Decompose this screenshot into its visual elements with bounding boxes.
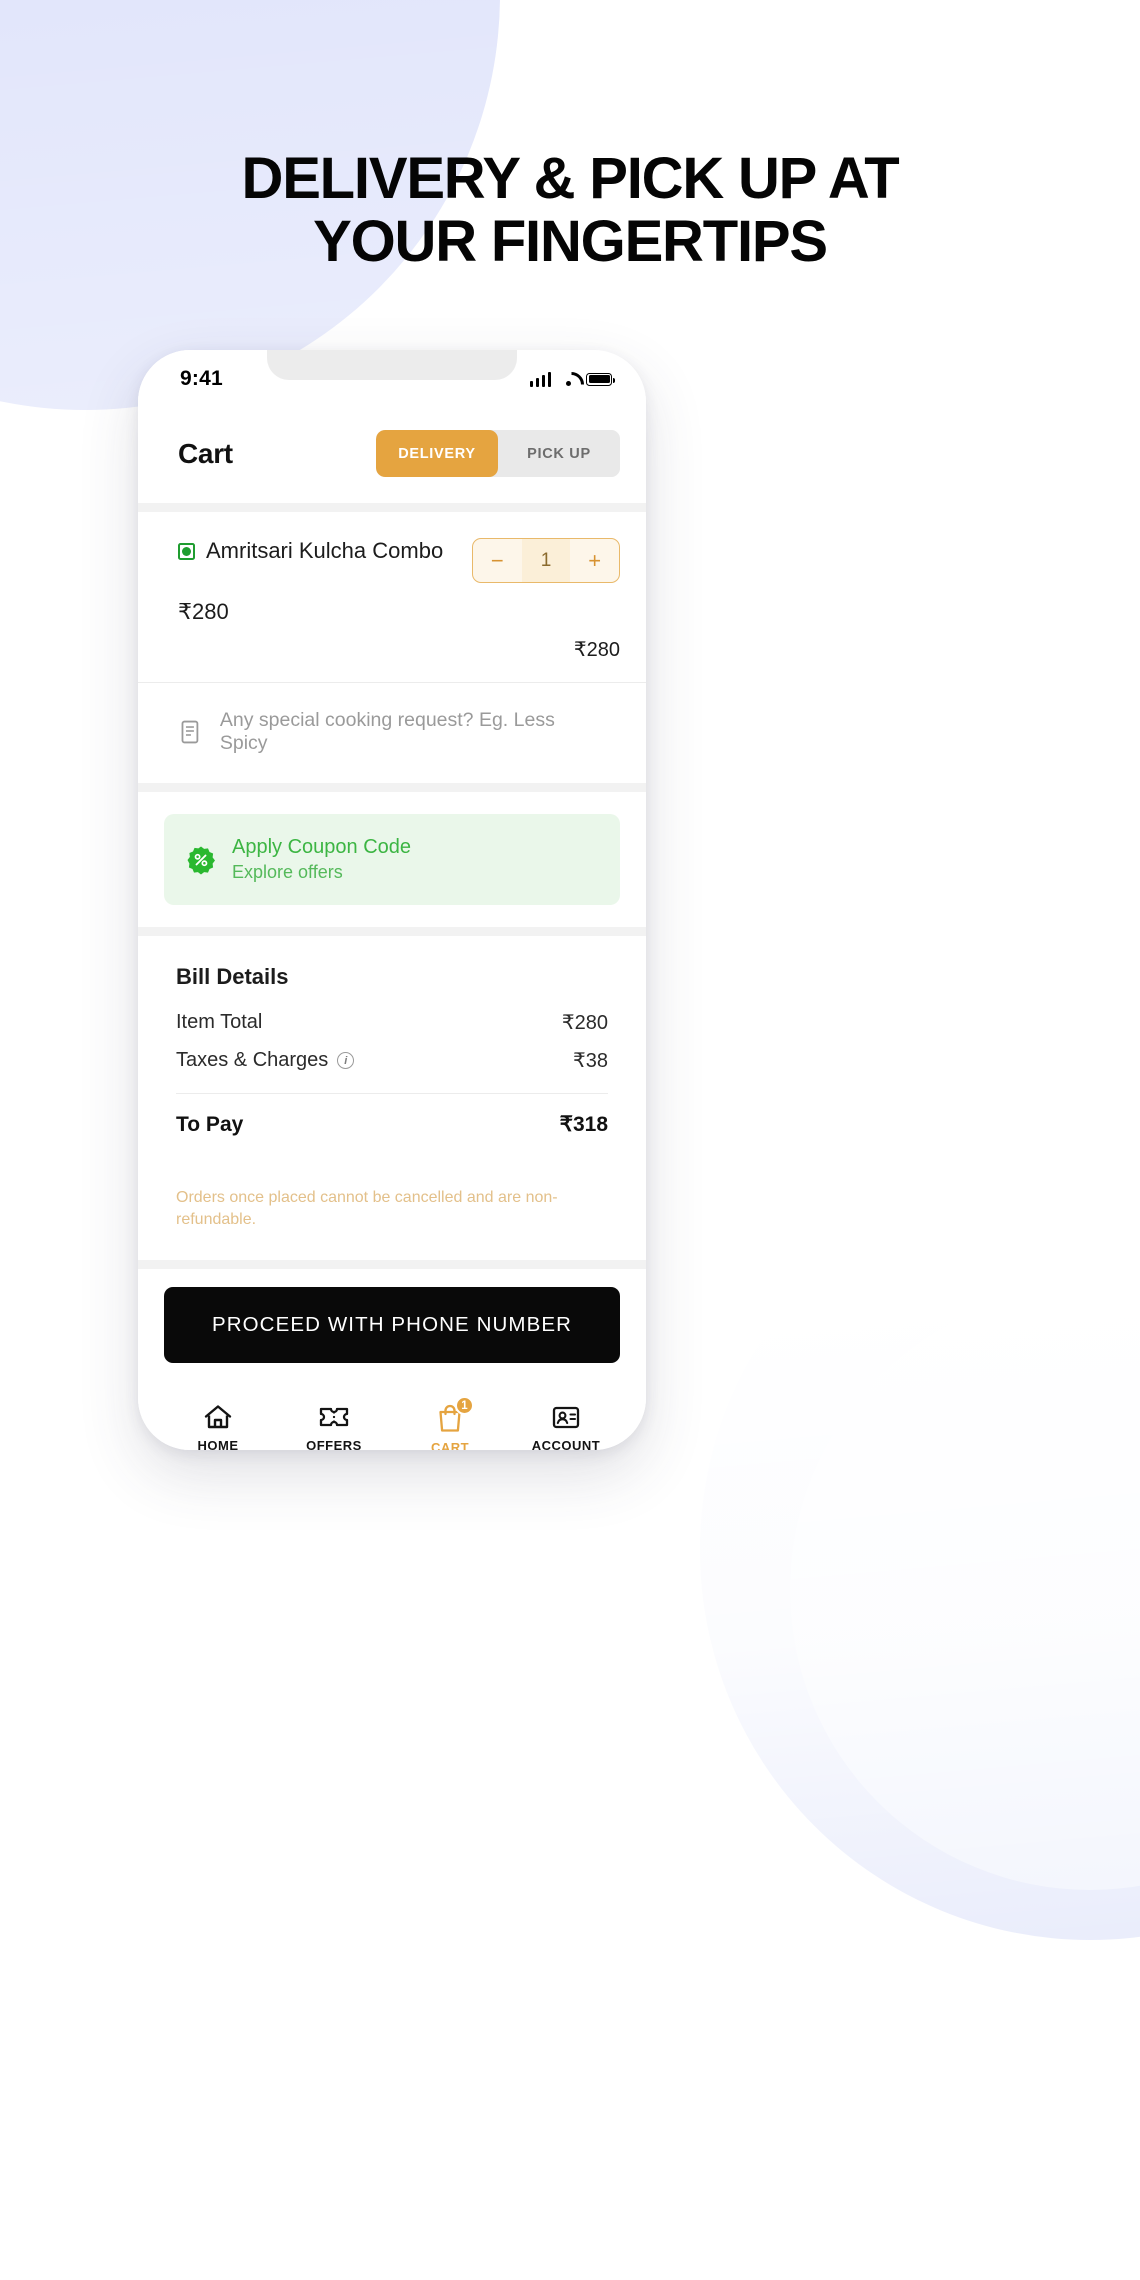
cooking-request-placeholder: Any special cooking request? Eg. Less Sp… <box>219 709 555 754</box>
tab-cart[interactable]: 1 CART <box>392 1396 508 1450</box>
promo-headline-line-1: DELIVERY & PICK UP AT <box>241 146 900 211</box>
cart-header: Cart DELIVERY PICK UP <box>138 408 646 503</box>
bottom-tab-bar: HOME OFFERS 1 CART ACCOUNT <box>138 1385 646 1450</box>
cta-section: PROCEED WITH PHONE NUMBER <box>138 1269 646 1386</box>
decrement-quantity-button[interactable]: − <box>473 548 522 574</box>
increment-quantity-button[interactable]: + <box>570 548 619 574</box>
status-bar: 9:41 <box>138 350 646 408</box>
bill-row-label: Item Total <box>176 1011 263 1033</box>
note-icon <box>181 720 199 744</box>
to-pay-label: To Pay <box>176 1112 244 1136</box>
battery-full-icon <box>586 372 615 386</box>
id-card-icon <box>552 1407 580 1429</box>
tab-home[interactable]: HOME <box>160 1403 276 1450</box>
status-bar-indicators <box>529 371 615 387</box>
order-disclaimer: Orders once placed cannot be cancelled a… <box>138 1153 646 1261</box>
to-pay-row: To Pay ₹318 <box>176 1112 608 1137</box>
bill-row-taxes: Taxes & Charges i ₹38 <box>176 1048 608 1073</box>
percent-badge-icon <box>186 845 216 875</box>
page-title: Cart <box>178 437 233 469</box>
tab-label: ACCOUNT <box>531 1438 601 1450</box>
coupon-title: Apply Coupon Code <box>232 836 412 858</box>
cart-item-name-group: Amritsari Kulcha Combo <box>178 538 443 564</box>
proceed-with-phone-number-button[interactable]: PROCEED WITH PHONE NUMBER <box>164 1287 620 1364</box>
to-pay-value: ₹318 <box>559 1113 608 1136</box>
cellular-signal-icon <box>529 371 551 387</box>
tab-delivery[interactable]: DELIVERY <box>376 430 498 477</box>
cart-item-row: Amritsari Kulcha Combo − 1 + ₹280 ₹280 <box>138 512 646 682</box>
bill-row-item-total: Item Total ₹280 <box>176 1010 608 1035</box>
bill-details-section: Bill Details Item Total ₹280 Taxes & Cha… <box>138 936 646 1153</box>
info-circle-icon[interactable]: i <box>337 1052 355 1069</box>
status-bar-time: 9:41 <box>180 367 223 390</box>
bill-row-label-group: Taxes & Charges i <box>176 1049 355 1072</box>
quantity-value: 1 <box>521 539 571 582</box>
cooking-request-input[interactable]: Any special cooking request? Eg. Less Sp… <box>138 683 646 783</box>
coupon-subtitle: Explore offers <box>232 862 343 882</box>
tab-pickup[interactable]: PICK UP <box>498 430 620 477</box>
phone-screen: 9:41 Cart DELIVERY PICK UP Amritsari Kul… <box>138 350 646 1450</box>
section-divider-3 <box>138 927 646 936</box>
coupon-section: Apply Coupon Code Explore offers <box>138 792 646 927</box>
bill-divider <box>176 1093 608 1094</box>
cart-item-unit-price: ₹280 <box>178 599 229 624</box>
cart-item-name: Amritsari Kulcha Combo <box>206 538 444 563</box>
home-icon <box>204 1405 232 1429</box>
apply-coupon-button[interactable]: Apply Coupon Code Explore offers <box>164 814 620 905</box>
coupon-text-group: Apply Coupon Code Explore offers <box>232 836 411 883</box>
tab-account[interactable]: ACCOUNT <box>508 1403 624 1450</box>
cart-badge-count: 1 <box>455 1396 474 1416</box>
cart-item-line-total: ₹280 <box>573 639 620 661</box>
tab-label: HOME <box>197 1438 239 1450</box>
bill-details-title: Bill Details <box>176 964 289 989</box>
section-divider <box>138 503 646 512</box>
promo-headline-line-2: YOUR FINGERTIPS <box>313 208 828 274</box>
veg-marker-icon <box>178 542 195 560</box>
phone-notch <box>267 350 517 380</box>
bill-row-value: ₹38 <box>573 1050 608 1072</box>
tab-label: OFFERS <box>306 1438 362 1450</box>
bill-row-value: ₹280 <box>561 1012 608 1034</box>
quantity-stepper[interactable]: − 1 + <box>472 538 620 583</box>
wifi-icon <box>559 372 578 386</box>
section-divider-4 <box>138 1260 646 1270</box>
tab-offers[interactable]: OFFERS <box>276 1403 392 1450</box>
phone-mockup: 9:41 Cart DELIVERY PICK UP Amritsari Kul… <box>138 350 646 1450</box>
bill-row-label: Taxes & Charges <box>176 1049 329 1071</box>
tab-label: CART <box>430 1440 470 1450</box>
ticket-icon <box>319 1408 349 1427</box>
promo-headline: DELIVERY & PICK UP AT YOUR FINGERTIPS <box>0 146 1140 274</box>
cart-item-top: Amritsari Kulcha Combo − 1 + <box>178 538 620 583</box>
section-divider-2 <box>138 783 646 792</box>
delivery-pickup-toggle[interactable]: DELIVERY PICK UP <box>376 430 620 477</box>
